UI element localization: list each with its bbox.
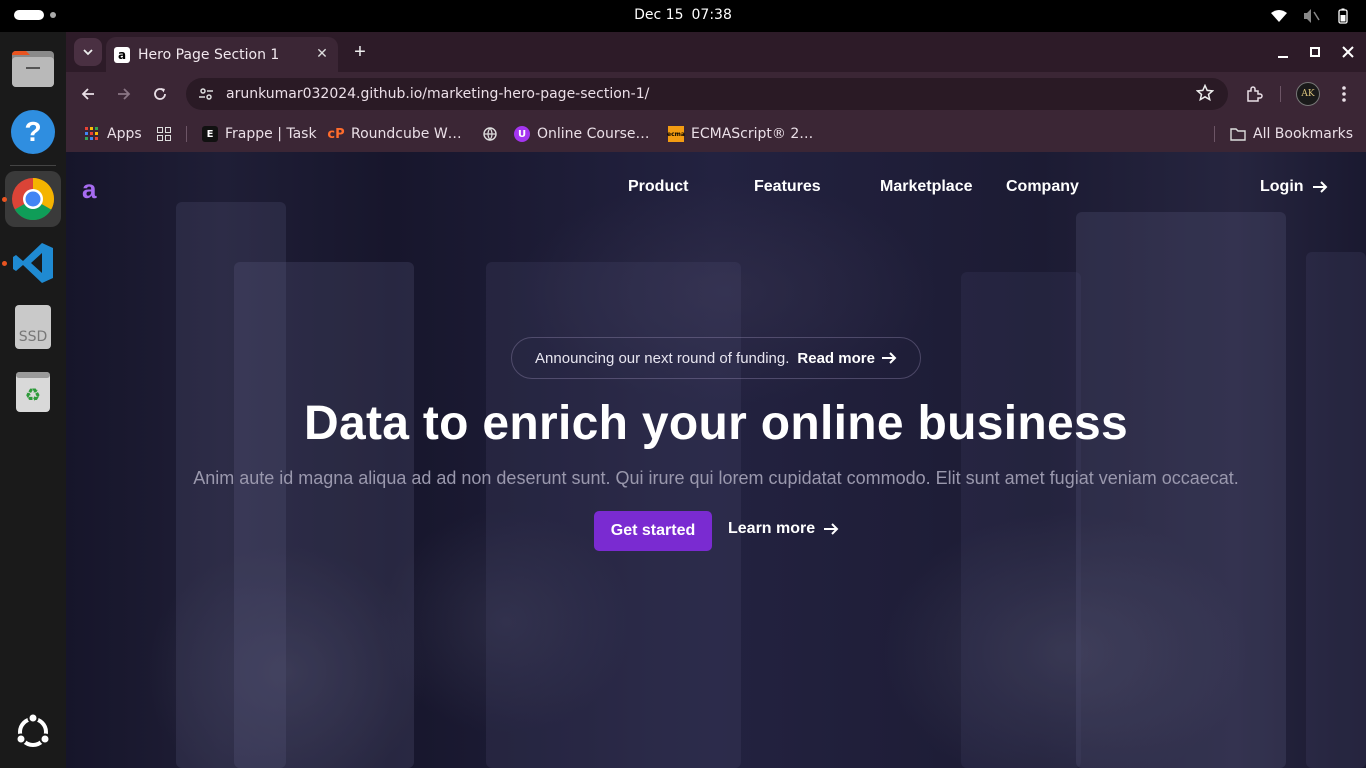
- site-info-icon[interactable]: [196, 84, 216, 104]
- dock: ? SSD ♻: [0, 32, 66, 768]
- close-window-icon[interactable]: [1337, 41, 1359, 63]
- minimize-icon[interactable]: [1272, 41, 1294, 63]
- back-button[interactable]: [74, 80, 102, 108]
- read-more-label: Read more: [797, 349, 875, 367]
- chrome-icon[interactable]: [5, 171, 61, 227]
- reload-button[interactable]: [146, 80, 174, 108]
- bookmark-ecmascript[interactable]: ecma ECMAScript® 2…: [667, 124, 814, 144]
- hero-subheadline: Anim aute id magna aliqua ad ad non dese…: [193, 468, 1239, 488]
- hero-page: a Product Features Marketplace Company L…: [66, 152, 1366, 768]
- frappe-icon: E: [202, 126, 218, 142]
- background-panel: [1306, 252, 1366, 768]
- ecma-icon: ecma: [667, 126, 685, 142]
- bookmark-label: Apps: [107, 126, 142, 142]
- address-bar[interactable]: arunkumar032024.github.io/marketing-hero…: [186, 78, 1228, 110]
- arrow-right-icon: [1312, 181, 1327, 193]
- globe-icon: [482, 126, 498, 142]
- bookmark-label: All Bookmarks: [1253, 126, 1354, 142]
- arrow-left-icon: [81, 88, 94, 100]
- help-icon[interactable]: ?: [5, 104, 61, 160]
- profile-avatar[interactable]: AK: [1296, 82, 1320, 106]
- tab-hero-page[interactable]: a Hero Page Section 1 ✕: [106, 37, 338, 72]
- bookmark-roundcube[interactable]: cP Roundcube W…: [327, 124, 462, 144]
- bookmarks-divider: [186, 126, 187, 142]
- nav-link-company[interactable]: Company: [1006, 178, 1079, 196]
- battery-icon[interactable]: [1334, 7, 1352, 25]
- hero-headline: Data to enrich your online business: [304, 397, 1128, 450]
- login-label: Login: [1260, 178, 1304, 195]
- svg-text:?: ?: [24, 116, 41, 147]
- login-link[interactable]: Login: [1260, 178, 1328, 196]
- close-tab-icon[interactable]: ✕: [314, 46, 330, 62]
- running-indicator: [2, 261, 7, 266]
- arrow-right-icon: [881, 352, 897, 364]
- wifi-icon[interactable]: [1270, 7, 1288, 25]
- ssd-label: SSD: [15, 305, 51, 349]
- tab-strip: a Hero Page Section 1 ✕ +: [66, 32, 1366, 72]
- bookmark-label: Roundcube W…: [351, 126, 462, 142]
- system-top-bar: Dec 15 07:38: [0, 0, 1366, 32]
- more-menu-icon[interactable]: [1332, 82, 1356, 106]
- arrow-right-icon: [118, 88, 131, 100]
- ubuntu-apps-icon[interactable]: [5, 704, 61, 760]
- extensions-icon[interactable]: [1242, 82, 1266, 106]
- files-icon[interactable]: [5, 40, 61, 96]
- background-panel: [1076, 212, 1286, 768]
- vscode-icon[interactable]: [5, 235, 61, 291]
- forward-button[interactable]: [110, 80, 138, 108]
- tab-groups-icon[interactable]: [156, 124, 179, 144]
- bookmark-frappe[interactable]: E Frappe | Task: [202, 124, 317, 144]
- learn-more-link[interactable]: Learn more: [728, 520, 839, 538]
- grid-icon: [156, 126, 172, 142]
- running-indicator: [2, 197, 7, 202]
- udemy-icon: U: [514, 126, 530, 142]
- trash-icon[interactable]: ♻: [5, 363, 61, 419]
- bookmark-globe[interactable]: [482, 124, 505, 144]
- announcement-pill: Announcing our next round of funding. Re…: [511, 337, 921, 379]
- bookmark-apps[interactable]: Apps: [84, 124, 142, 144]
- browser-toolbar: arunkumar032024.github.io/marketing-hero…: [66, 72, 1366, 116]
- bookmark-label: Online Course…: [537, 126, 650, 142]
- url-text: arunkumar032024.github.io/marketing-hero…: [226, 86, 650, 102]
- chevron-down-icon: [83, 49, 93, 56]
- clock[interactable]: Dec 15 07:38: [0, 7, 1366, 23]
- bookmark-label: ECMAScript® 2…: [691, 126, 814, 142]
- background-panel: [234, 262, 414, 768]
- bookmarks-divider: [1214, 126, 1215, 142]
- clock-time: 07:38: [691, 7, 732, 23]
- mute-icon[interactable]: [1302, 7, 1320, 25]
- nav-link-product[interactable]: Product: [628, 178, 688, 196]
- nav-link-marketplace[interactable]: Marketplace: [880, 178, 973, 196]
- bookmark-star-icon[interactable]: [1195, 83, 1216, 104]
- bookmarks-bar: Apps E Frappe | Task cP Roundcube W… U O…: [66, 116, 1366, 152]
- svg-text:♻: ♻: [25, 385, 41, 406]
- apps-grid-icon: [84, 126, 100, 142]
- bookmark-online-course[interactable]: U Online Course…: [514, 124, 650, 144]
- new-tab-button[interactable]: +: [348, 40, 372, 64]
- read-more-link[interactable]: Read more: [797, 350, 897, 367]
- tab-title: Hero Page Section 1: [138, 46, 280, 63]
- folder-icon: [1230, 126, 1246, 142]
- tab-search-button[interactable]: [74, 38, 102, 66]
- toolbar-divider: [1280, 86, 1281, 102]
- maximize-icon[interactable]: [1304, 41, 1326, 63]
- bookmark-label: Frappe | Task: [225, 126, 317, 142]
- system-tray[interactable]: [1270, 7, 1352, 25]
- cpanel-icon: cP: [327, 126, 345, 142]
- nav-link-features[interactable]: Features: [754, 178, 821, 196]
- learn-more-label: Learn more: [728, 520, 816, 537]
- browser-window: a Hero Page Section 1 ✕ + arunkumar03202…: [66, 32, 1366, 768]
- tab-favicon: a: [114, 46, 130, 63]
- arrow-right-icon: [824, 523, 839, 535]
- site-logo[interactable]: a: [82, 174, 96, 205]
- reload-icon: [154, 88, 166, 100]
- dock-separator: [10, 165, 56, 166]
- get-started-button[interactable]: Get started: [594, 511, 712, 551]
- ssd-drive-icon[interactable]: SSD: [5, 299, 61, 355]
- all-bookmarks[interactable]: All Bookmarks: [1230, 124, 1353, 144]
- clock-date: Dec 15: [634, 7, 684, 23]
- background-panel: [961, 272, 1081, 768]
- announcement-text: Announcing our next round of funding.: [535, 349, 790, 367]
